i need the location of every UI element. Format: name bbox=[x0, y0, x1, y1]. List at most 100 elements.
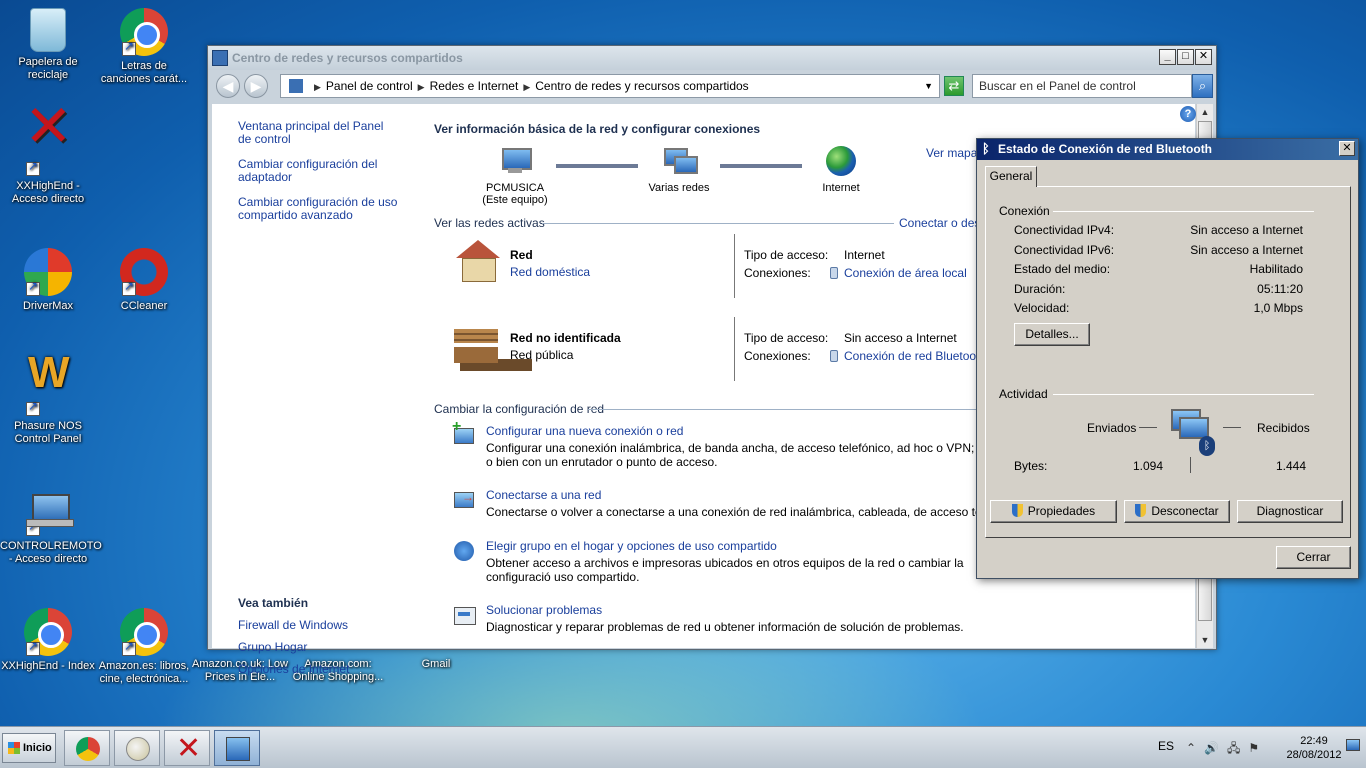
desktop-icon-label: XXHighEnd - Index bbox=[1, 660, 95, 672]
see-also-homegroup-link[interactable]: Grupo Hogar bbox=[238, 640, 398, 654]
dialog-close-button[interactable]: ✕ bbox=[1339, 141, 1355, 156]
see-also-firewall-link[interactable]: Firewall de Windows bbox=[238, 618, 398, 632]
scroll-up-icon[interactable]: ▲ bbox=[1197, 104, 1213, 120]
received-dash bbox=[1223, 427, 1241, 428]
map-node-networks[interactable]: Varias redes bbox=[624, 146, 734, 194]
search-input[interactable]: Buscar en el Panel de control bbox=[972, 74, 1192, 98]
desktop-icon-lyrics[interactable]: Letras de canciones carát... bbox=[96, 8, 192, 86]
task-link[interactable]: Configurar una nueva conexión o red bbox=[486, 424, 683, 438]
access-type-value: Internet bbox=[844, 248, 885, 262]
media-state-label: Estado del medio: bbox=[1014, 262, 1111, 276]
sidebar-link-adapter-settings[interactable]: Cambiar configuración del adaptador bbox=[238, 158, 398, 184]
bluetooth-status-dialog: ᛒ Estado de Conexión de red Bluetooth ✕ … bbox=[976, 138, 1359, 579]
chevron-right-icon[interactable]: ▶ bbox=[418, 82, 425, 92]
desktop-icon-xxhighend-index[interactable]: XXHighEnd - Index bbox=[0, 608, 96, 673]
diagnose-button[interactable]: Diagnosticar bbox=[1237, 500, 1343, 523]
chevron-down-icon[interactable]: ▼ bbox=[924, 75, 933, 97]
help-icon[interactable]: ? bbox=[1180, 106, 1196, 122]
disconnect-label: Desconectar bbox=[1151, 504, 1219, 518]
breadcrumb-network-internet[interactable]: Redes e Internet bbox=[430, 79, 519, 93]
desktop-icon-label: Gmail bbox=[421, 658, 451, 670]
desktop-icon-drivermax[interactable]: DriverMax bbox=[0, 248, 96, 313]
sidebar-link-control-panel-home[interactable]: Ventana principal del Panel de control bbox=[238, 120, 398, 146]
back-button[interactable]: ◀ bbox=[216, 74, 240, 98]
chrome-icon bbox=[120, 8, 168, 56]
properties-button[interactable]: Propiedades bbox=[990, 500, 1117, 523]
desktop-icon-amazon-es[interactable]: Amazon.es: libros, cine, electrónica... bbox=[96, 608, 192, 686]
start-button[interactable]: Inicio bbox=[2, 733, 56, 763]
taskbar: Inicio ES ⌃🔊🖧⚑ 22:49 28/08/2012 bbox=[0, 726, 1366, 768]
tab-general[interactable]: General bbox=[985, 166, 1037, 187]
bytes-label: Bytes: bbox=[1014, 459, 1048, 473]
access-type-value: Sin acceso a Internet bbox=[844, 331, 957, 345]
task-link[interactable]: Conectarse a una red bbox=[486, 488, 601, 502]
dialog-titlebar[interactable]: ᛒ Estado de Conexión de red Bluetooth ✕ bbox=[977, 139, 1358, 160]
taskbar-network-center[interactable] bbox=[214, 730, 260, 766]
ipv6-label: Conectividad IPv6: bbox=[1014, 243, 1115, 257]
task-link[interactable]: Solucionar problemas bbox=[486, 603, 602, 617]
connection-link[interactable]: Conexión de área local bbox=[844, 266, 967, 280]
bluetooth-badge-icon: ᛒ bbox=[1199, 436, 1215, 456]
desktop-icon-xxhighend[interactable]: XXHighEnd - Acceso directo bbox=[0, 120, 96, 206]
volume-icon[interactable]: 🔊 bbox=[1204, 741, 1227, 755]
address-bar[interactable]: ▶ Panel de control ▶ Redes e Internet ▶ Centr… bbox=[280, 74, 940, 98]
bluetooth-icon: ᛒ bbox=[982, 141, 990, 156]
clock[interactable]: 22:49 28/08/2012 bbox=[1284, 734, 1344, 762]
task-link[interactable]: Elegir grupo en el hogar y opciones de u… bbox=[486, 539, 777, 553]
refresh-button[interactable]: ⇄ bbox=[944, 76, 964, 96]
divider bbox=[734, 234, 735, 298]
maximize-button[interactable]: □ bbox=[1177, 49, 1194, 65]
taskbar-paint[interactable] bbox=[114, 730, 160, 766]
details-button[interactable]: Detalles... bbox=[1014, 323, 1090, 346]
chevron-right-icon[interactable]: ▶ bbox=[523, 82, 530, 92]
close-button[interactable]: ✕ bbox=[1195, 49, 1212, 65]
forward-button[interactable]: ▶ bbox=[244, 74, 268, 98]
map-node-internet[interactable]: Internet bbox=[786, 146, 896, 194]
taskbar-xxhighend[interactable] bbox=[164, 730, 210, 766]
access-type-label: Tipo de acceso: bbox=[744, 248, 829, 262]
paint-icon bbox=[126, 737, 150, 761]
desktop-icon-phasure[interactable]: Phasure NOS Control Panel bbox=[0, 366, 96, 446]
chevron-up-icon[interactable]: ⌃ bbox=[1186, 741, 1204, 755]
phasure-icon bbox=[24, 366, 72, 416]
sidebar-link-sharing-settings[interactable]: Cambiar configuración de uso compartido … bbox=[238, 196, 398, 222]
breadcrumb-control-panel[interactable]: Panel de control bbox=[326, 79, 413, 93]
map-node-pc[interactable]: PCMUSICA (Este equipo) bbox=[460, 146, 570, 206]
action-center-icon[interactable]: ⚑ bbox=[1248, 741, 1267, 755]
window-titlebar[interactable]: Centro de redes y recursos compartidos _… bbox=[208, 46, 1216, 70]
desktop-icon-recycle-bin[interactable]: Papelera de reciclaje bbox=[0, 8, 96, 82]
chevron-right-icon[interactable]: ▶ bbox=[314, 82, 321, 92]
desktop-icon-gmail[interactable]: Gmail bbox=[388, 658, 484, 671]
bytes-divider bbox=[1190, 457, 1191, 473]
search-icon[interactable]: ⌕ bbox=[1192, 74, 1213, 98]
system-tray[interactable]: ⌃🔊🖧⚑ bbox=[1186, 739, 1267, 760]
network-type-link[interactable]: Red doméstica bbox=[510, 265, 590, 279]
activity-group-label: Actividad bbox=[999, 387, 1048, 401]
task-description: Obtener acceso a archivos e impresoras u… bbox=[486, 556, 964, 584]
connect-network-icon bbox=[452, 488, 476, 510]
breadcrumb-network-center[interactable]: Centro de redes y recursos compartidos bbox=[535, 79, 748, 93]
network-tray-icon[interactable]: 🖧 bbox=[1227, 741, 1248, 755]
desktop-icon-ccleaner[interactable]: CCleaner bbox=[96, 248, 192, 313]
bench-icon bbox=[452, 323, 500, 367]
ccleaner-icon bbox=[120, 248, 168, 296]
see-also-internet-options-link[interactable]: Opciones de Internet bbox=[238, 662, 398, 676]
desktop-icon-label: Letras de canciones carát... bbox=[100, 60, 188, 85]
duration-label: Duración: bbox=[1014, 282, 1066, 296]
sent-label: Enviados bbox=[1087, 421, 1137, 435]
speed-value: 1,0 Mbps bbox=[1253, 301, 1303, 315]
taskbar-chrome[interactable] bbox=[64, 730, 110, 766]
language-indicator[interactable]: ES bbox=[1158, 739, 1174, 753]
connection-link[interactable]: Conexión de red Bluetooth bbox=[844, 349, 986, 363]
desktop-icon-controlremoto[interactable]: CONTROLREMOTO - Acceso directo bbox=[0, 488, 102, 566]
minimize-button[interactable]: _ bbox=[1159, 49, 1176, 65]
close-button[interactable]: Cerrar bbox=[1276, 546, 1351, 569]
general-tab-panel bbox=[985, 186, 1351, 538]
show-desktop-icon[interactable] bbox=[1346, 739, 1360, 751]
scroll-down-icon[interactable]: ▼ bbox=[1197, 632, 1213, 648]
disconnect-button[interactable]: Desconectar bbox=[1124, 500, 1230, 523]
connect-disconnect-link[interactable]: Conectar o desc bbox=[899, 216, 986, 230]
bytes-sent-value: 1.094 bbox=[1133, 459, 1164, 473]
house-icon bbox=[452, 240, 500, 284]
desktop-icon-label: XXHighEnd - Acceso directo bbox=[11, 180, 85, 205]
